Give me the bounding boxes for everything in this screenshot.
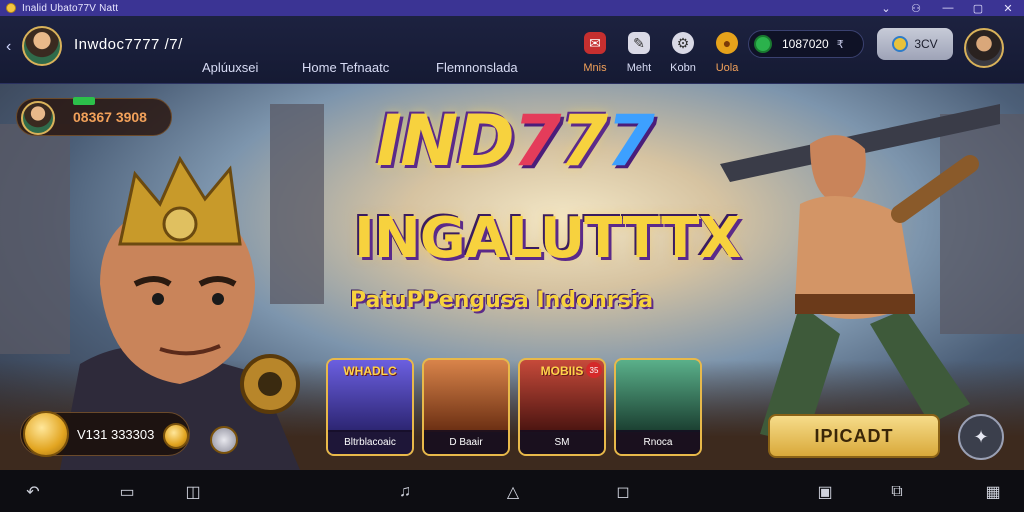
tray-icon[interactable]: ⚇	[902, 0, 930, 16]
coin-balance-bar[interactable]: V131 333303	[20, 411, 190, 457]
chat-label: Meht	[626, 62, 652, 74]
game-card-caption: D Baair	[424, 430, 508, 454]
username: Inwdoc7777 /7/	[74, 36, 183, 53]
restore-button[interactable]: ▢	[964, 0, 992, 16]
settings-icon[interactable]: ⚙	[672, 32, 694, 54]
game-logo: IND777	[376, 100, 655, 182]
game-card-caption: SM	[520, 430, 604, 454]
wallet-balance[interactable]: 1087020 ₹	[748, 30, 864, 58]
gesture-icon[interactable]: ♫	[394, 482, 416, 502]
logo-part-7b: 7	[559, 100, 608, 182]
sv-button[interactable]: 3CV	[877, 28, 953, 60]
window-titlebar: Inalid Ubato77V Natt ⌄ ⚇ — ▢ ✕	[0, 0, 1024, 16]
coin-icon	[23, 411, 69, 457]
promo-chip[interactable]: 08367 3908	[16, 97, 172, 136]
keyboard-icon[interactable]: ▦	[982, 482, 1004, 502]
game-card-art	[616, 360, 700, 432]
coin-add-icon[interactable]	[163, 423, 189, 449]
tab-home[interactable]: Home Tefnaatc	[302, 60, 389, 75]
profile-avatar[interactable]	[964, 28, 1004, 68]
play-button[interactable]: IPICADT	[768, 414, 940, 458]
expand-icon[interactable]: ⌄	[872, 0, 900, 16]
game-card-3[interactable]: MOBIIS 35 SM	[518, 358, 606, 456]
minimize-button[interactable]: —	[934, 0, 962, 16]
settings-label: Kobn	[670, 62, 696, 74]
game-card-title: WHADLC	[343, 364, 397, 378]
split-screen-icon[interactable]: ◫	[182, 482, 204, 502]
window-title: Inalid Ubato77V Natt	[22, 2, 119, 14]
logo-part-7a: 7	[512, 100, 562, 182]
gift-icon[interactable]: ●	[716, 32, 738, 54]
silver-coin-icon	[210, 426, 238, 454]
overview-icon[interactable]: ◻	[612, 482, 634, 502]
screenshot-icon[interactable]: ▣	[814, 482, 836, 502]
game-card-4[interactable]: Rnoca	[614, 358, 702, 456]
recent-apps-icon[interactable]: ▭	[116, 482, 138, 502]
back-nav-icon[interactable]: ↶	[22, 482, 44, 502]
gift-label: Uola	[715, 62, 739, 74]
game-card-caption: Bltrblacoaic	[328, 430, 412, 454]
tab-recommendation[interactable]: Flemnonslada	[436, 60, 518, 75]
hero-title: INGALUTTTX	[354, 206, 742, 271]
app-logo-icon	[6, 3, 16, 13]
hero-tagline: PatuPPengusa Indonrsia	[350, 288, 654, 313]
tab-application[interactable]: Aplúuxsei	[202, 60, 258, 75]
coin-balance: V131 333303	[77, 427, 155, 442]
sparkle-icon[interactable]: ✦	[958, 414, 1004, 460]
flag-icon	[73, 97, 95, 105]
promo-amount: 08367 3908	[73, 109, 147, 125]
close-button[interactable]: ✕	[994, 0, 1022, 16]
hero-banner[interactable]: 08367 3908 IND777 INGALUTTTX PatuPPengus…	[0, 84, 1024, 470]
wallet-coin-icon	[754, 35, 772, 53]
coin-icon	[892, 36, 909, 52]
chat-icon[interactable]: ✎	[628, 32, 650, 54]
window-mode-icon[interactable]: ⧉	[886, 482, 908, 502]
logo-part-ind: IND	[376, 100, 515, 182]
currency-icon: ₹	[836, 38, 844, 51]
game-card-caption: Rnoca	[616, 430, 700, 454]
mail-label: Mnis	[583, 62, 607, 74]
game-card-2[interactable]: D Baair	[422, 358, 510, 456]
game-card-art	[424, 360, 508, 432]
logo-part-7c: 7	[606, 100, 655, 182]
system-navbar: ↶ ▭ ◫ ♫ △ ◻ ▣ ⧉ ▦	[0, 470, 1024, 512]
mail-icon[interactable]: ✉	[584, 32, 606, 54]
promo-avatar	[21, 101, 55, 135]
back-icon[interactable]: ‹	[6, 38, 11, 56]
home-icon[interactable]: △	[502, 482, 524, 502]
game-card-1[interactable]: WHADLC Bltrblacoaic	[326, 358, 414, 456]
app-header: ‹ Inwdoc7777 /7/ Aplúuxsei Home Tefnaatc…	[0, 16, 1024, 84]
sv-button-label: 3CV	[914, 37, 938, 51]
user-avatar[interactable]	[22, 26, 62, 66]
wallet-amount: 1087020	[782, 37, 829, 51]
game-card-badge: 35	[586, 362, 602, 378]
